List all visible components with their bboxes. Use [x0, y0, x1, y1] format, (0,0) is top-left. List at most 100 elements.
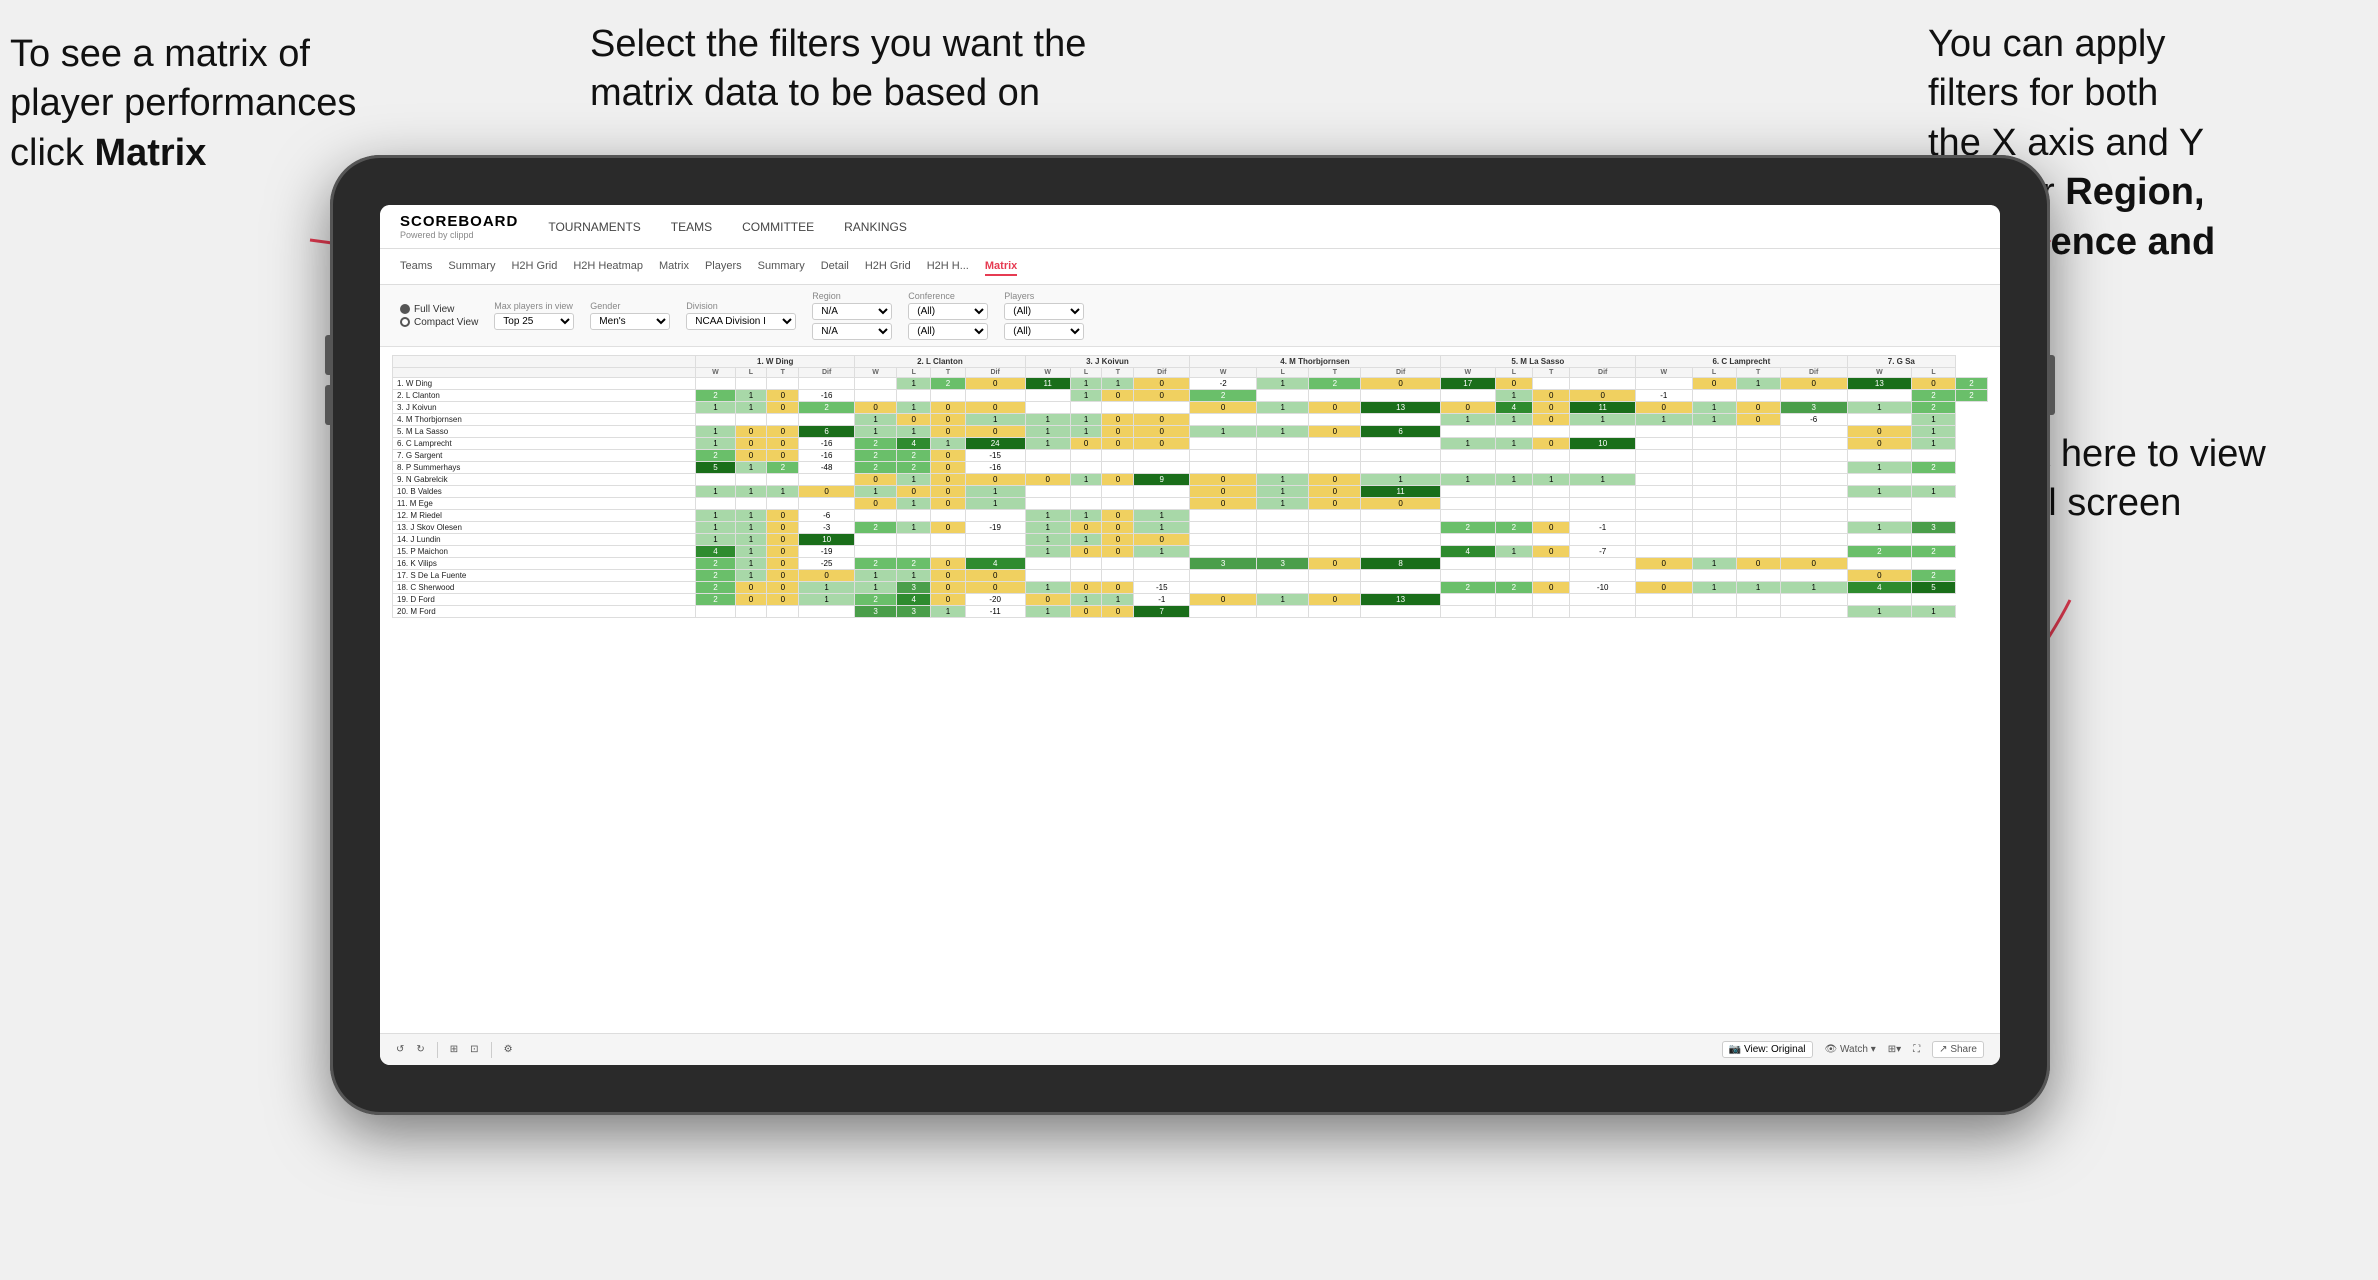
matrix-cell: 1 — [1025, 522, 1070, 534]
matrix-cell: 0 — [799, 570, 855, 582]
matrix-cell — [799, 606, 855, 618]
view-original-btn[interactable]: 📷 View: Original — [1722, 1041, 1813, 1058]
matrix-cell — [1257, 534, 1309, 546]
matrix-cell — [767, 498, 799, 510]
players-select-2[interactable]: (All) — [1004, 323, 1084, 340]
matrix-cell — [855, 546, 897, 558]
matrix-cell — [1780, 594, 1847, 606]
matrix-cell — [897, 534, 931, 546]
matrix-cell: -16 — [799, 438, 855, 450]
matrix-cell: 0 — [1636, 582, 1693, 594]
full-view-radio[interactable]: Full View — [400, 304, 478, 315]
player-row-name: 20. M Ford — [393, 606, 696, 618]
matrix-cell: 0 — [1780, 558, 1847, 570]
matrix-cell — [1102, 570, 1134, 582]
player-row-name: 16. K Vilips — [393, 558, 696, 570]
matrix-cell — [1070, 558, 1102, 570]
conference-select-1[interactable]: (All) — [908, 303, 988, 320]
matrix-cell — [1570, 510, 1636, 522]
tab-detail[interactable]: Detail — [821, 258, 849, 276]
tab-summary-2[interactable]: Summary — [758, 258, 805, 276]
matrix-cell — [1847, 594, 1911, 606]
matrix-cell — [1780, 534, 1847, 546]
matrix-cell: -1 — [1636, 390, 1693, 402]
matrix-cell: -48 — [799, 462, 855, 474]
matrix-cell — [1190, 582, 1257, 594]
nav-tournaments[interactable]: TOURNAMENTS — [548, 220, 640, 234]
settings-btn[interactable]: ⚙ — [504, 1044, 513, 1055]
matrix-cell: 1 — [931, 438, 965, 450]
matrix-cell: 1 — [1636, 414, 1693, 426]
matrix-cell — [1495, 450, 1532, 462]
tab-h2h-h[interactable]: H2H H... — [927, 258, 969, 276]
nav-teams[interactable]: TEAMS — [671, 220, 712, 234]
matrix-cell: 0 — [1102, 414, 1134, 426]
matrix-cell: 0 — [1134, 534, 1190, 546]
share-btn[interactable]: ↗ Share — [1932, 1041, 1984, 1058]
gender-select[interactable]: Men's — [590, 313, 670, 330]
matrix-cell: 0 — [1847, 570, 1911, 582]
matrix-cell — [1495, 510, 1532, 522]
tab-players[interactable]: Players — [705, 258, 742, 276]
matrix-cell — [1570, 462, 1636, 474]
matrix-cell: 3 — [1912, 522, 1956, 534]
conference-select-2[interactable]: (All) — [908, 323, 988, 340]
matrix-cell — [1257, 510, 1309, 522]
matrix-cell: 2 — [1495, 582, 1532, 594]
matrix-cell: 0 — [735, 594, 767, 606]
matrix-cell — [696, 606, 735, 618]
matrix-cell: -16 — [799, 390, 855, 402]
matrix-cell — [1692, 474, 1736, 486]
undo-btn[interactable]: ↺ — [396, 1044, 404, 1055]
matrix-cell — [1361, 546, 1440, 558]
tab-matrix-active[interactable]: Matrix — [985, 258, 1017, 276]
matrix-cell — [931, 546, 965, 558]
matrix-cell: 0 — [931, 486, 965, 498]
tab-h2h-grid-2[interactable]: H2H Grid — [865, 258, 911, 276]
matrix-cell: 0 — [767, 570, 799, 582]
matrix-cell: 1 — [1361, 474, 1440, 486]
matrix-cell — [931, 390, 965, 402]
matrix-cell: 1 — [1440, 414, 1495, 426]
matrix-cell — [1736, 426, 1780, 438]
max-players-select[interactable]: Top 25 — [494, 313, 574, 330]
matrix-cell: 1 — [1495, 414, 1532, 426]
tab-teams[interactable]: Teams — [400, 258, 432, 276]
matrix-cell — [799, 498, 855, 510]
matrix-cell: 1 — [1495, 546, 1532, 558]
nav-committee[interactable]: COMMITTEE — [742, 220, 814, 234]
matrix-cell: 3 — [897, 582, 931, 594]
tab-h2h-heatmap[interactable]: H2H Heatmap — [573, 258, 643, 276]
matrix-cell: 0 — [1309, 558, 1361, 570]
layout-btn[interactable]: ⊞▾ — [1888, 1044, 1901, 1055]
matrix-cell — [1636, 462, 1693, 474]
matrix-cell: 0 — [1102, 390, 1134, 402]
division-select[interactable]: NCAA Division I — [686, 313, 796, 330]
tab-summary-1[interactable]: Summary — [448, 258, 495, 276]
matrix-cell: 0 — [1102, 606, 1134, 618]
matrix-cell: 0 — [1361, 498, 1440, 510]
matrix-cell — [1361, 390, 1440, 402]
matrix-cell: 0 — [1134, 438, 1190, 450]
region-select-2[interactable]: N/A — [812, 323, 892, 340]
matrix-cell: 1 — [1025, 534, 1070, 546]
fit-btn[interactable]: ⊡ — [470, 1044, 478, 1055]
region-select-1[interactable]: N/A — [812, 303, 892, 320]
compact-view-radio[interactable]: Compact View — [400, 317, 478, 328]
matrix-cell: -16 — [799, 450, 855, 462]
tab-matrix-1[interactable]: Matrix — [659, 258, 689, 276]
players-select-1[interactable]: (All) — [1004, 303, 1084, 320]
matrix-cell — [1780, 474, 1847, 486]
matrix-cell: 0 — [735, 450, 767, 462]
watch-btn[interactable]: 👁 Watch ▾ — [1825, 1044, 1876, 1055]
conference-filter: Conference (All) (All) — [908, 291, 988, 340]
matrix-content[interactable]: 1. W Ding 2. L Clanton 3. J Koivun 4. M … — [380, 347, 2000, 1033]
zoom-btn[interactable]: ⊞ — [450, 1044, 458, 1055]
fullscreen-btn[interactable]: ⛶ — [1913, 1044, 1920, 1055]
matrix-cell: 1 — [1102, 378, 1134, 390]
nav-rankings[interactable]: RANKINGS — [844, 220, 907, 234]
tab-h2h-grid-1[interactable]: H2H Grid — [511, 258, 557, 276]
matrix-cell: -10 — [1570, 582, 1636, 594]
redo-btn[interactable]: ↻ — [416, 1044, 424, 1055]
matrix-cell: 0 — [767, 402, 799, 414]
